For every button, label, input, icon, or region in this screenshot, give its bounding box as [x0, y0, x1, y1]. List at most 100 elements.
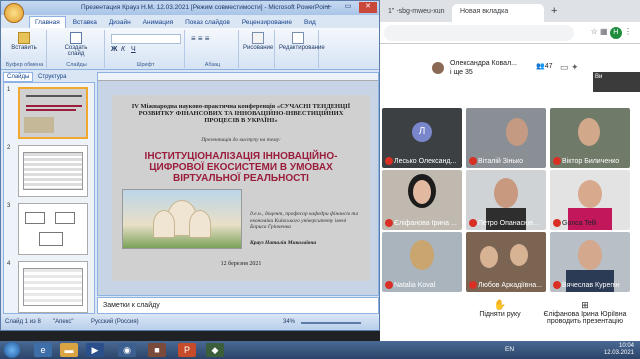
- italic-button[interactable]: К: [121, 46, 125, 53]
- tab-home[interactable]: Главная: [29, 16, 66, 28]
- binoculars-icon: [292, 32, 304, 44]
- participant-video: [578, 240, 602, 270]
- participant-name: Петро Опанасюв...: [478, 220, 539, 227]
- author-info: д.е.н., доцент, професор кафедри фінансі…: [250, 211, 359, 230]
- powerpoint-window: Презентация Крауз Н.М. 12.03.2021 [Режим…: [0, 0, 380, 331]
- tab-view[interactable]: Вид: [299, 17, 321, 28]
- status-slide: Слайд 1 из 8: [5, 319, 41, 325]
- align-icon[interactable]: ≡ ≡ ≡: [191, 34, 209, 43]
- participant-name: Natalia Koval: [394, 282, 436, 289]
- office-button[interactable]: [4, 3, 24, 23]
- mic-off-icon: [553, 157, 561, 165]
- star-icon[interactable]: ☆: [591, 27, 598, 36]
- slide-thumbnail[interactable]: [18, 87, 88, 139]
- slide-number: 4: [7, 261, 11, 267]
- zoom-slider[interactable]: [301, 322, 361, 324]
- current-slide[interactable]: IV Міжнародна науково-практична конферен…: [112, 95, 370, 281]
- people-count[interactable]: 👥47: [536, 62, 553, 70]
- editing-button[interactable]: Редактирование: [279, 32, 325, 51]
- chrome-tab-meet[interactable]: 1" -sbg-mweu-xun: [380, 4, 450, 22]
- chat-icon[interactable]: ▭: [560, 62, 569, 72]
- ie-icon[interactable]: e: [34, 343, 52, 357]
- participant-tile[interactable]: Петро Опанасюв...: [466, 170, 546, 230]
- tab-outline[interactable]: Структура: [35, 73, 69, 81]
- profile-avatar[interactable]: Н: [609, 27, 622, 39]
- slide-thumbnail[interactable]: [18, 203, 88, 255]
- powerpoint-icon[interactable]: P: [178, 343, 196, 357]
- new-tab-button[interactable]: +: [548, 4, 562, 22]
- zoom-level[interactable]: 34%: [283, 319, 295, 325]
- bold-button[interactable]: Ж: [111, 46, 117, 53]
- app-icon[interactable]: ■: [148, 343, 166, 357]
- underline-button[interactable]: Ч: [131, 46, 136, 53]
- minimize-icon[interactable]: —: [319, 3, 337, 14]
- participant-tile[interactable]: Віктор Биличенко: [550, 108, 630, 168]
- meet-controls: ✋ Підняти руку ⊞ Єліфанова Ірина Юріївна…: [380, 294, 640, 341]
- image-petal: [153, 210, 175, 238]
- chrome-tab-new[interactable]: Новая вкладка: [452, 4, 544, 22]
- group-paragraph: ≡ ≡ ≡ Абзац: [187, 30, 239, 68]
- extensions-icon[interactable]: ▦: [600, 27, 608, 36]
- slides-panel: 1 2 3 4: [3, 82, 95, 314]
- taskbar: e ▬ ▶ ◉ ■ P ◆ EN 10:04 12.03.2021: [0, 341, 640, 359]
- participant-tile[interactable]: Л Лесько Олександ...: [382, 108, 462, 168]
- tab-animation[interactable]: Анимация: [138, 17, 179, 28]
- new-slide-label: Создать слайд: [64, 45, 88, 57]
- drawing-button[interactable]: Рисование: [243, 32, 273, 51]
- participant-name: Любов Аркадіївна...: [478, 282, 542, 289]
- media-player-icon[interactable]: ▶: [86, 343, 104, 357]
- group-clipboard: Вставить Буфер обмена: [3, 30, 47, 68]
- participant-tile[interactable]: Віталій Зінько: [466, 108, 546, 168]
- chrome-toolbar: ☆ ▦ Н ⋮: [380, 22, 640, 44]
- slide-thumbnail[interactable]: [18, 261, 88, 313]
- participant-tile[interactable]: Єліфанова Ірина ...: [382, 170, 462, 230]
- app-icon-2[interactable]: ◆: [206, 343, 224, 357]
- close-icon[interactable]: ✕: [359, 2, 377, 13]
- hand-icon: ✋: [493, 300, 507, 311]
- thumb-line: [26, 109, 76, 111]
- address-bar[interactable]: [384, 25, 574, 41]
- thumb-box: [25, 212, 45, 224]
- participant-tile[interactable]: Вячеслав Курепін: [550, 232, 630, 292]
- participant-tile[interactable]: Gonca Telli: [550, 170, 630, 230]
- notes-pane[interactable]: Заметки к слайду: [97, 297, 379, 314]
- participant-video: [506, 118, 528, 146]
- thumb-image: [24, 117, 54, 133]
- maximize-icon[interactable]: ▭: [339, 2, 357, 13]
- new-slide-button[interactable]: Создать слайд: [57, 32, 95, 57]
- author-name: Крауз Наталія Миколаївна: [250, 240, 317, 246]
- tab-insert[interactable]: Вставка: [68, 17, 102, 28]
- tab-design[interactable]: Дизайн: [104, 17, 136, 28]
- language-indicator[interactable]: EN: [505, 346, 514, 353]
- group-slides: Создать слайд Слайды: [49, 30, 105, 68]
- clock-date: 12.03.2021: [603, 350, 634, 356]
- self-view: Ви: [593, 72, 640, 92]
- paste-icon: [18, 32, 30, 44]
- folder-icon[interactable]: ▬: [60, 343, 78, 357]
- mic-off-icon: [385, 157, 393, 165]
- tab-review[interactable]: Рецензирование: [237, 17, 297, 28]
- slide-title: ІНСТИТУЦІОНАЛІЗАЦІЯ ІННОВАЦІЙНО-ЦИФРОВОЇ…: [144, 151, 338, 184]
- slide-editor: IV Міжнародна науково-практична конферен…: [97, 72, 379, 296]
- slide-number: 1: [7, 87, 11, 93]
- font-name-select[interactable]: [111, 34, 181, 44]
- people-count-value: 47: [544, 63, 553, 70]
- system-clock[interactable]: 10:04 12.03.2021: [604, 343, 634, 357]
- menu-icon[interactable]: ⋮: [624, 27, 632, 36]
- presenter-others: і ще 35: [450, 69, 473, 76]
- mic-off-icon: [553, 219, 561, 227]
- tab-slides[interactable]: Слайды: [3, 72, 34, 82]
- mic-off-icon: [385, 281, 393, 289]
- activities-icon[interactable]: ✦: [571, 62, 579, 72]
- participant-tile[interactable]: Natalia Koval: [382, 232, 462, 292]
- tab-slideshow[interactable]: Показ слайдов: [180, 17, 235, 28]
- participant-tile[interactable]: Любов Аркадіївна...: [466, 232, 546, 292]
- paste-button[interactable]: Вставить: [7, 32, 41, 51]
- raise-hand-button[interactable]: ✋ Підняти руку: [475, 300, 525, 318]
- participant-video: [410, 240, 434, 270]
- toolbar-icons: ☆ ▦ Н ⋮: [591, 27, 632, 39]
- slide-thumbnail[interactable]: [18, 145, 88, 197]
- chrome-icon[interactable]: ◉: [118, 343, 136, 357]
- start-button[interactable]: [4, 342, 20, 358]
- participant-name: Вячеслав Курепін: [562, 282, 620, 289]
